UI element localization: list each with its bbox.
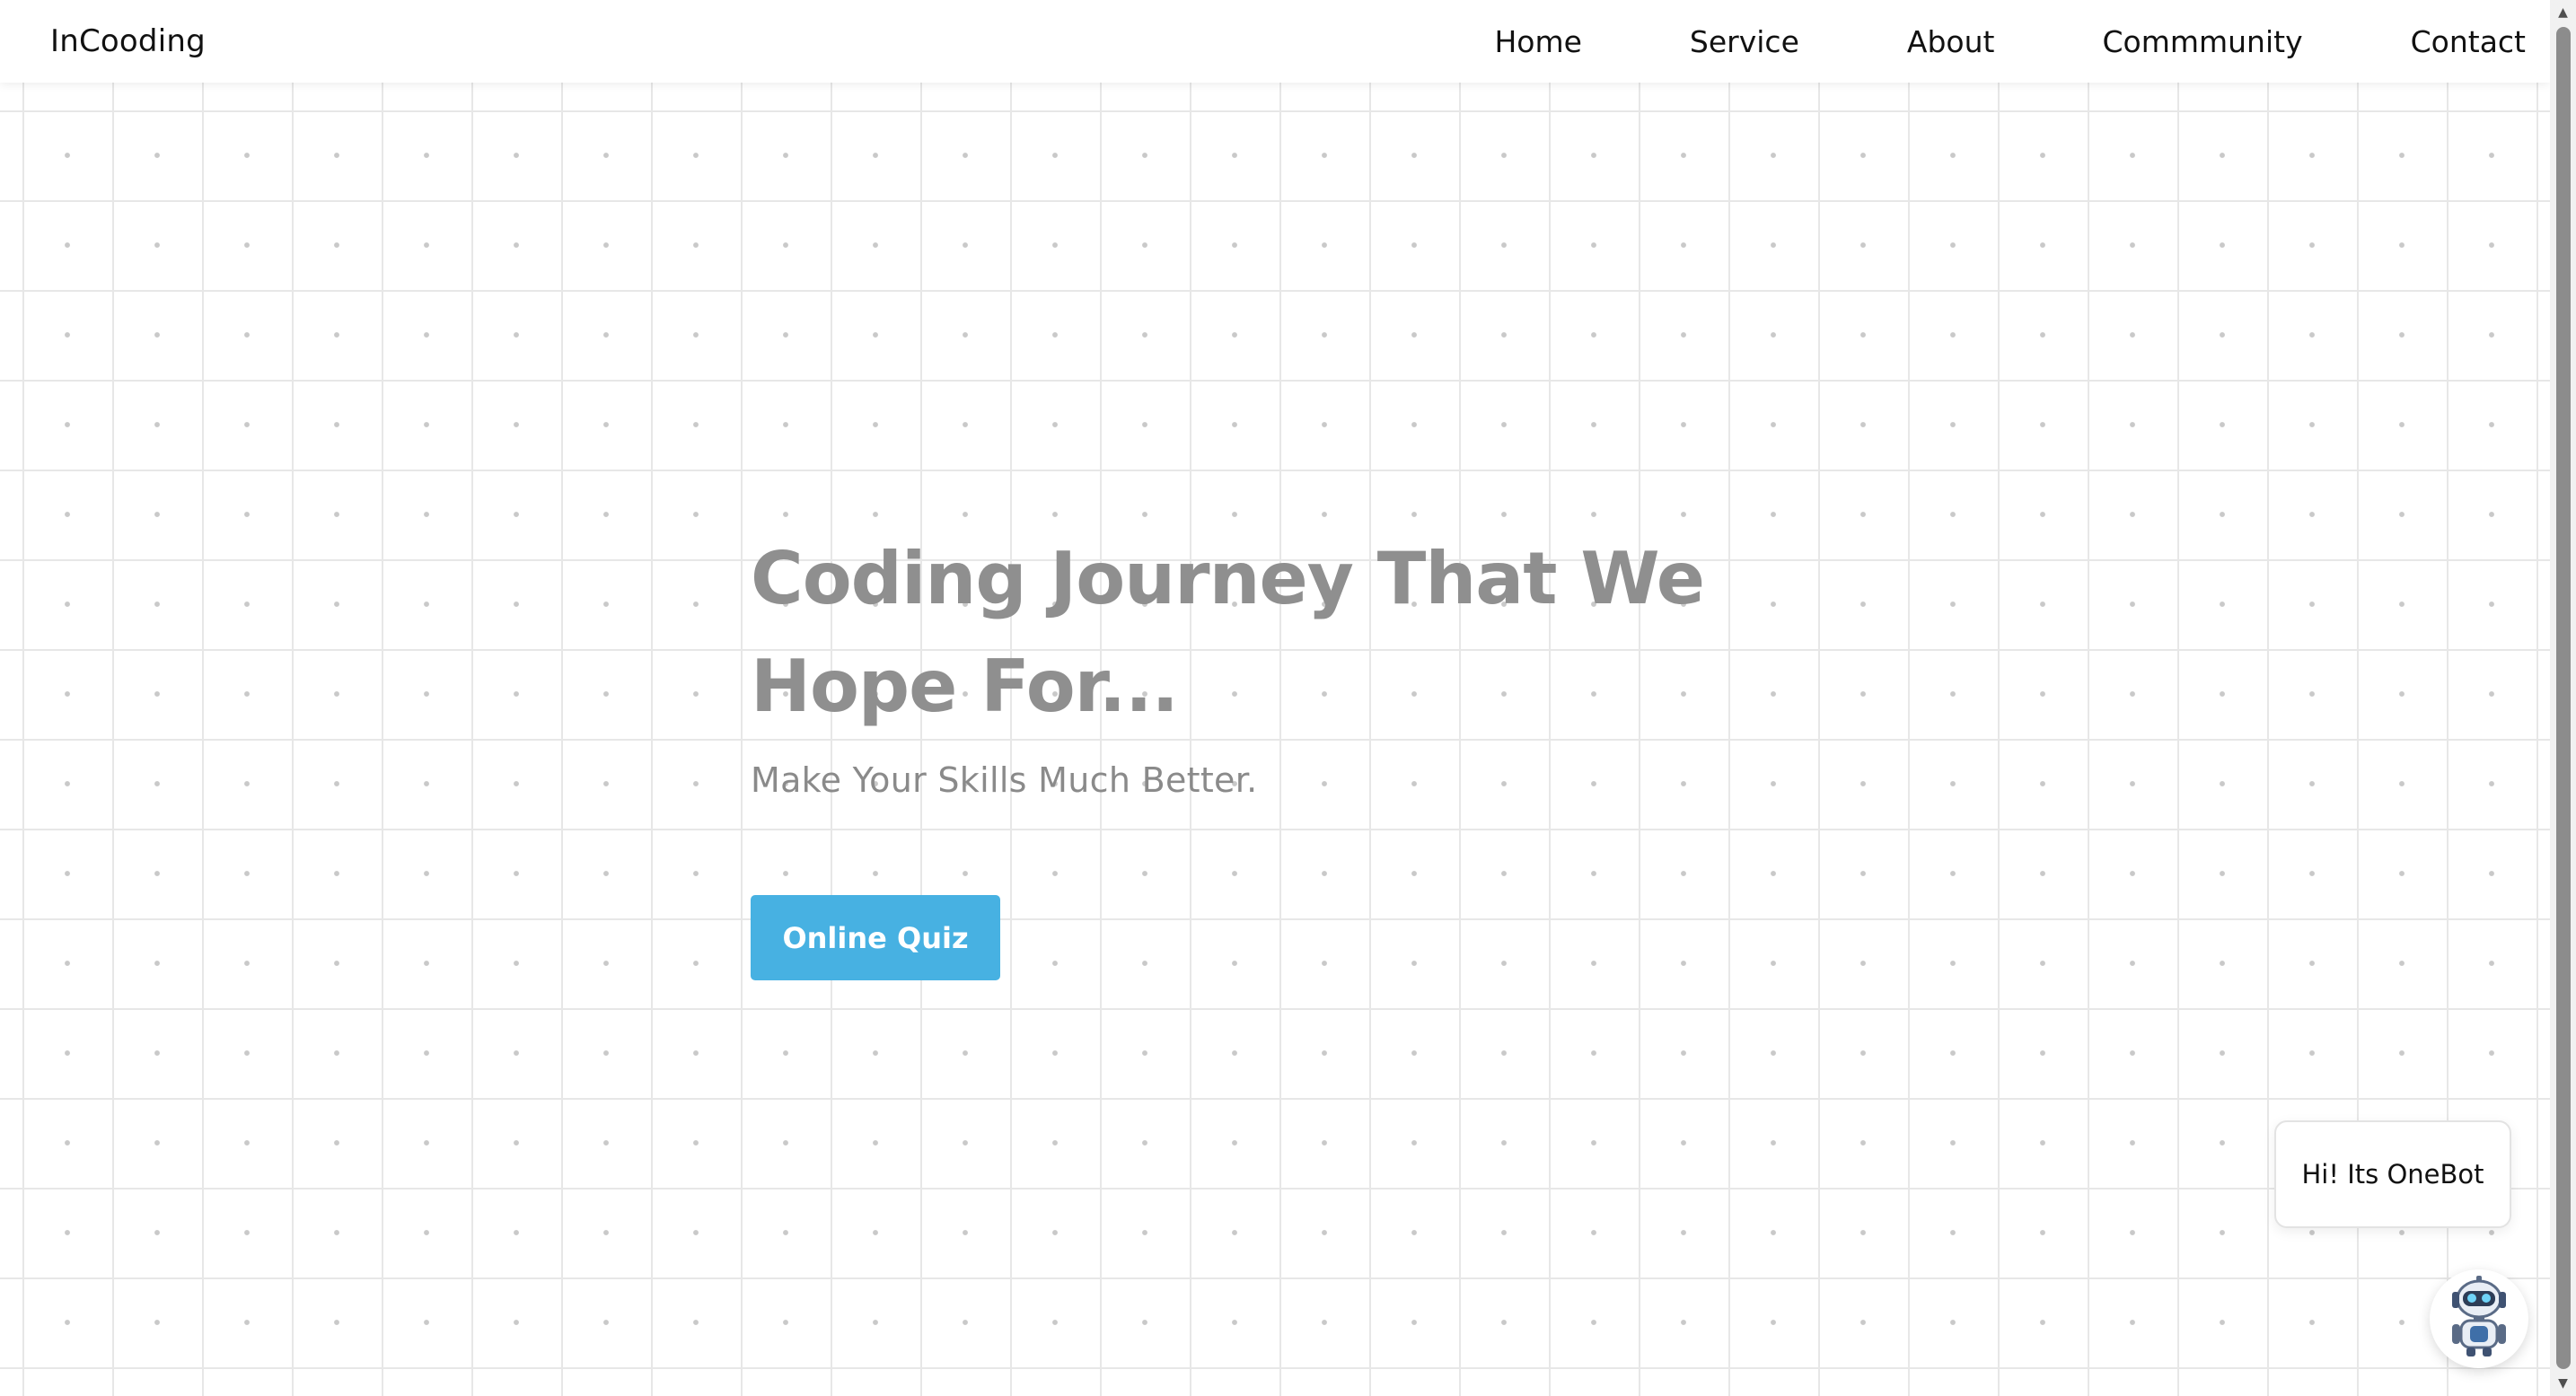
nav-link-community[interactable]: Commmunity xyxy=(2102,24,2302,59)
nav-link-service[interactable]: Service xyxy=(1690,24,1799,59)
hero-subtitle: Make Your Skills Much Better. xyxy=(751,760,1258,800)
robot-icon xyxy=(2441,1274,2517,1364)
scrollbar-thumb[interactable] xyxy=(2556,27,2571,1369)
nav-link-contact[interactable]: Contact xyxy=(2411,24,2526,59)
page-scrollbar[interactable]: ▲ ▼ xyxy=(2550,0,2576,1396)
top-navbar: InCooding Home Service About Commmunity … xyxy=(0,0,2550,83)
chatbot-launcher[interactable] xyxy=(2430,1269,2528,1368)
page-background: InCooding Home Service About Commmunity … xyxy=(0,0,2550,1396)
scroll-up-arrow-icon[interactable]: ▲ xyxy=(2550,2,2576,23)
chatbot-greeting-bubble[interactable]: Hi! Its OneBot xyxy=(2274,1120,2511,1228)
hero-section: Coding Journey That We Hope For... Make … xyxy=(751,525,1738,980)
chatbot-greeting-text: Hi! Its OneBot xyxy=(2301,1159,2484,1190)
nav-links: Home Service About Commmunity Contact xyxy=(1494,24,2526,59)
online-quiz-button[interactable]: Online Quiz xyxy=(751,895,1000,980)
nav-link-home[interactable]: Home xyxy=(1494,24,1581,59)
scroll-down-arrow-icon[interactable]: ▼ xyxy=(2550,1373,2576,1394)
nav-link-about[interactable]: About xyxy=(1907,24,1995,59)
hero-title: Coding Journey That We Hope For... xyxy=(751,537,1705,728)
brand-logo[interactable]: InCooding xyxy=(50,23,206,59)
